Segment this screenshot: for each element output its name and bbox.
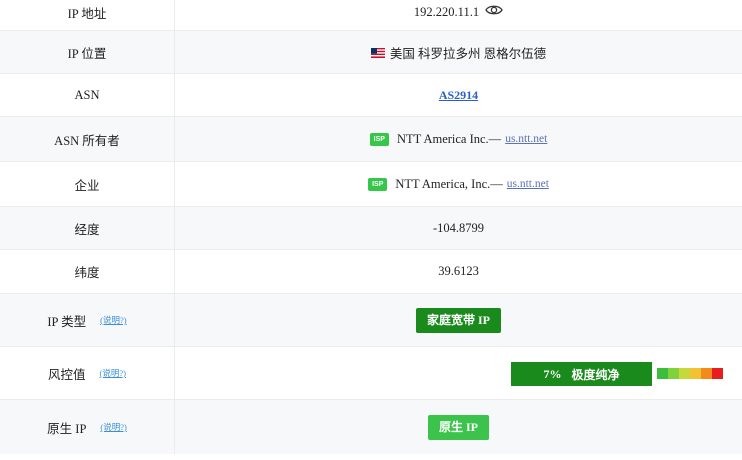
row-label: 纬度 [0,250,175,293]
risk-score-label: 风控值 [48,367,86,382]
native-ip-help-link[interactable]: (说明?) [100,421,126,433]
row-value: -104.8799 [175,207,742,249]
row-label: ASN 所有者 [0,117,175,161]
row-value: 美国 科罗拉多州 恩格尔伍德 [175,31,742,73]
asn-owner-value: NTT America Inc.— [396,131,502,146]
asn-owner-domain-link[interactable]: us.ntt.net [505,133,547,145]
row-label: 风控值 (说明?) [0,347,175,399]
latitude-value: 39.6123 [438,264,479,278]
risk-scale-swatch [668,368,679,379]
row-ip-type: IP 类型 (说明?) 家庭宽带 IP [0,294,742,347]
risk-score-help-link[interactable]: (说明?) [100,367,126,379]
risk-scale-swatch [690,368,701,379]
row-value: 192.220.11.1 [175,0,742,30]
eye-icon[interactable] [485,4,503,20]
ip-type-badge: 家庭宽带 IP [415,307,501,333]
risk-scale-swatch [679,368,690,379]
row-asn: ASN AS2914 [0,74,742,117]
row-label: ASN [0,74,175,116]
row-value: 7% 极度纯净 [175,347,742,399]
row-value: ISP NTT America Inc.— us.ntt.net [175,117,742,161]
risk-scale-swatch [657,368,668,379]
isp-badge: ISP [368,177,388,191]
row-value: ISP NTT America, Inc.— us.ntt.net [175,162,742,206]
row-value: 家庭宽带 IP [175,294,742,346]
row-risk-score: 风控值 (说明?) 7% 极度纯净 [0,347,742,400]
row-longitude: 经度 -104.8799 [0,207,742,250]
row-native-ip: 原生 IP (说明?) 原生 IP [0,400,742,454]
row-value: AS2914 [175,74,742,116]
company-domain-link[interactable]: us.ntt.net [507,178,549,190]
company-value: NTT America, Inc.— [395,176,503,191]
risk-score-percent: 7% [543,366,562,381]
longitude-value: -104.8799 [432,220,485,235]
risk-score-bar: 7% 极度纯净 [511,362,652,386]
row-asn-owner: ASN 所有者 ISP NTT America Inc.— us.ntt.net [0,117,742,162]
ip-location-value: 美国 科罗拉多州 恩格尔伍德 [389,46,547,61]
us-flag-icon [370,47,385,58]
asn-link[interactable]: AS2914 [439,88,478,103]
row-label: IP 位置 [0,31,175,73]
row-label: IP 地址 [0,0,175,30]
ip-info-table: IP 地址 192.220.11.1 IP 位置 美国 科罗拉多州 恩格尔伍德 … [0,0,742,454]
ip-type-help-link[interactable]: (说明?) [100,314,126,326]
row-latitude: 纬度 39.6123 [0,250,742,294]
risk-scale-swatch [701,368,712,379]
row-ip-address: IP 地址 192.220.11.1 [0,0,742,31]
row-company: 企业 ISP NTT America, Inc.— us.ntt.net [0,162,742,207]
ip-address-value: 192.220.11.1 [413,4,480,19]
risk-score-text: 极度纯净 [571,367,620,382]
row-ip-location: IP 位置 美国 科罗拉多州 恩格尔伍德 [0,31,742,74]
isp-badge: ISP [369,132,389,146]
row-label: 企业 [0,162,175,206]
risk-scale [657,368,723,379]
row-label: 原生 IP (说明?) [0,400,175,454]
row-label: 经度 [0,207,175,249]
native-ip-badge: 原生 IP [427,414,489,440]
row-label: IP 类型 (说明?) [0,294,175,346]
row-value: 39.6123 [175,250,742,293]
row-value: 原生 IP [175,400,742,454]
risk-scale-swatch [712,368,723,379]
native-ip-label: 原生 IP [47,421,87,436]
ip-type-label: IP 类型 [47,314,87,329]
